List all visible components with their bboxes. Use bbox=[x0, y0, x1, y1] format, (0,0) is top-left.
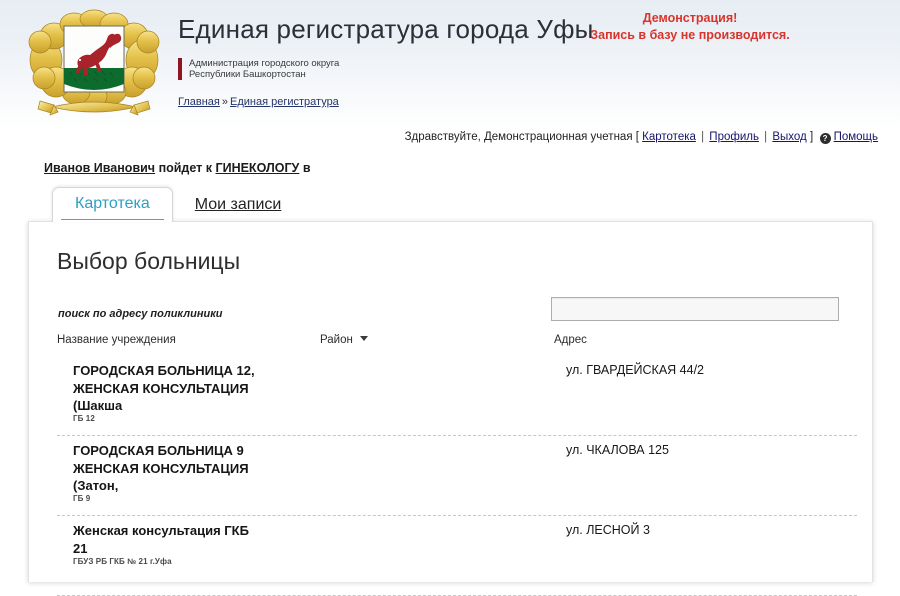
userbar-pipe-1: | bbox=[701, 131, 705, 143]
table-row[interactable]: Женская консультация ГКБ 21 ГБУЗ РБ ГКБ … bbox=[57, 516, 857, 596]
hospital-name: ГОРОДСКАЯ БОЛЬНИЦА 9 ЖЕНСКАЯ КОНСУЛЬТАЦИ… bbox=[73, 443, 249, 493]
hospital-short-name: ГБУЗ РБ ГКБ № 21 г.Уфа bbox=[73, 557, 172, 566]
breadcrumb: Главная» Единая регистратура bbox=[178, 96, 339, 108]
column-header-district[interactable]: Район bbox=[320, 334, 368, 346]
bracket-close: ] bbox=[809, 131, 814, 143]
demo-warning-line2: Запись в базу не производится. bbox=[590, 28, 790, 42]
hospital-name: Женская консультация ГКБ 21 bbox=[73, 523, 249, 556]
tab-moi-zapisi-label: Мои записи bbox=[194, 196, 282, 213]
user-session-bar: Здравствуйте, Демонстрационная учетная [… bbox=[405, 131, 878, 144]
hospital-table: ГОРОДСКАЯ БОЛЬНИЦА 12, ЖЕНСКАЯ КОНСУЛЬТА… bbox=[57, 356, 857, 596]
doctor-specialty: ГИНЕКОЛОГУ bbox=[215, 161, 300, 175]
patient-line-tail: в bbox=[302, 161, 311, 175]
tab-bar: Картотека Мои записи bbox=[52, 187, 304, 222]
search-label: поиск по адресу поликлиники bbox=[58, 308, 223, 320]
userbar-pipe-2: | bbox=[764, 131, 768, 143]
user-greeting: Здравствуйте, Демонстрационная учетная bbox=[404, 131, 633, 143]
hospital-address: ул. ЛЕСНОЙ 3 bbox=[566, 523, 650, 537]
tab-kartoteka[interactable]: Картотека bbox=[52, 187, 173, 222]
breadcrumb-link-current[interactable]: Единая регистратура bbox=[230, 96, 339, 108]
userbar-link-logout[interactable]: Выход bbox=[772, 131, 806, 143]
hospital-selection-panel: Выбор больницы поиск по адресу поликлини… bbox=[28, 221, 873, 596]
site-subtitle: Администрация городского округа Республи… bbox=[178, 58, 339, 80]
breadcrumb-separator: » bbox=[221, 96, 228, 108]
demo-warning-banner: Демонстрация! Запись в базу не производи… bbox=[520, 10, 860, 44]
hospital-address: ул. ГВАРДЕЙСКАЯ 44/2 bbox=[566, 363, 705, 377]
hospital-short-name: ГБ 9 bbox=[73, 494, 91, 503]
patient-name: Иванов Иванович bbox=[44, 161, 156, 175]
hospital-short-name: ГБ 12 bbox=[73, 414, 95, 423]
userbar-link-cardfile[interactable]: Картотека bbox=[642, 131, 696, 143]
breadcrumb-link-home[interactable]: Главная bbox=[178, 96, 220, 108]
demo-warning-line1: Демонстрация! bbox=[642, 11, 738, 25]
tab-moi-zapisi[interactable]: Мои записи bbox=[173, 189, 304, 222]
table-row[interactable]: ГОРОДСКАЯ БОЛЬНИЦА 12, ЖЕНСКАЯ КОНСУЛЬТА… bbox=[57, 356, 857, 436]
patient-line-verb: пойдет к bbox=[158, 161, 213, 175]
subtitle-accent-bar bbox=[178, 58, 182, 80]
column-header-name: Название учреждения bbox=[57, 334, 176, 346]
search-input[interactable] bbox=[551, 297, 839, 321]
subtitle-text: Администрация городского округа Республи… bbox=[189, 58, 340, 80]
table-row[interactable]: ГОРОДСКАЯ БОЛЬНИЦА 9 ЖЕНСКАЯ КОНСУЛЬТАЦИ… bbox=[57, 436, 857, 516]
patient-appointment-line: Иванов Иванович пойдет к ГИНЕКОЛОГУ в bbox=[44, 161, 311, 175]
bracket-open: [ bbox=[635, 131, 639, 143]
column-header-address: Адрес bbox=[554, 334, 587, 346]
hospital-name: ГОРОДСКАЯ БОЛЬНИЦА 12, ЖЕНСКАЯ КОНСУЛЬТА… bbox=[73, 363, 255, 413]
userbar-link-help[interactable]: Помощь bbox=[834, 131, 878, 143]
userbar-link-profile[interactable]: Профиль bbox=[709, 131, 759, 143]
help-question-icon: ? bbox=[819, 133, 831, 144]
column-header-district-label: Район bbox=[320, 334, 353, 346]
chevron-down-icon[interactable] bbox=[359, 336, 368, 341]
tab-kartoteka-label: Картотека bbox=[75, 195, 150, 212]
ufa-coat-of-arms-icon bbox=[18, 8, 170, 128]
hospital-address: ул. ЧКАЛОВА 125 bbox=[566, 443, 669, 457]
page-title: Выбор больницы bbox=[57, 248, 241, 274]
